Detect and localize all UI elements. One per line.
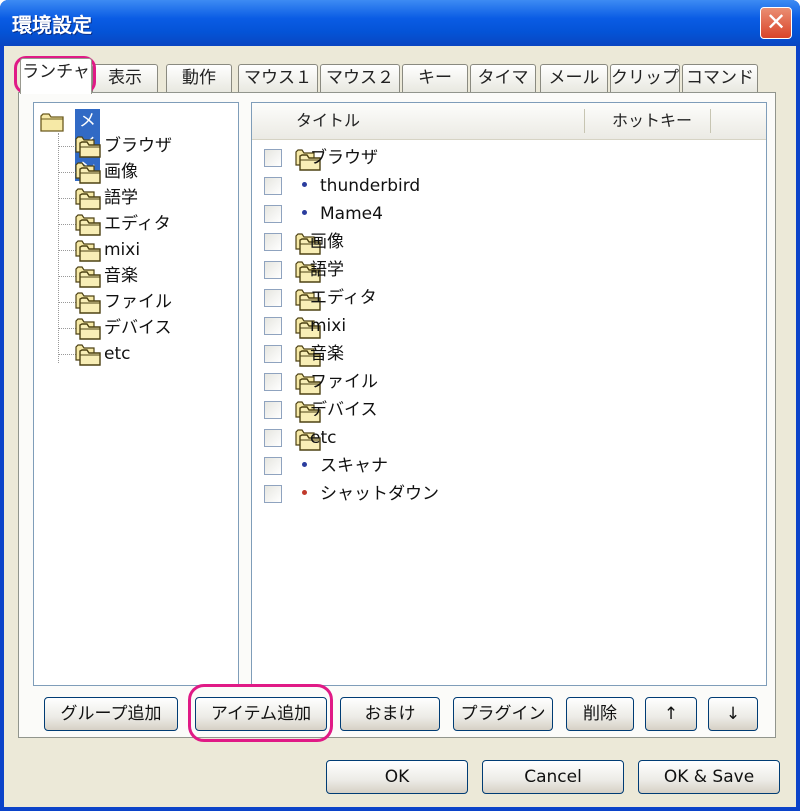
tree-item-label: ブラウザ — [104, 136, 172, 156]
tree-item-label: エディタ — [104, 214, 171, 234]
tab-clip[interactable]: クリップ — [610, 64, 680, 92]
folder-group-icon — [74, 187, 102, 211]
item-bullet-icon — [302, 182, 307, 187]
move-up-button[interactable]: ↑ — [645, 697, 697, 731]
tab-launcher[interactable]: ランチャ — [20, 58, 92, 94]
tree-item-label: 音楽 — [104, 266, 138, 286]
arrow-up-icon: ↑ — [663, 704, 679, 724]
tree-item-label: デバイス — [104, 318, 172, 338]
tree-item-label: ファイル — [104, 292, 172, 312]
tree-item-label: 画像 — [104, 162, 138, 182]
tab-mouse-2[interactable]: マウス２ — [320, 64, 400, 92]
folder-group-icon — [74, 343, 102, 367]
folder-group-icon — [74, 239, 102, 263]
tab-command[interactable]: コマンド — [682, 64, 758, 92]
list-row-label: デバイス — [310, 400, 378, 420]
folder-group-icon — [74, 291, 102, 315]
row-checkbox[interactable] — [264, 289, 282, 307]
tab-key[interactable]: キー — [402, 64, 468, 92]
list-row-label: ファイル — [310, 372, 378, 392]
extras-button[interactable]: おまけ — [340, 697, 440, 731]
move-down-button[interactable]: ↓ — [708, 697, 758, 731]
list-row-label: 音楽 — [310, 344, 344, 364]
title-bar[interactable]: 環境設定 ✕ — [0, 0, 800, 46]
ok-save-button[interactable]: OK & Save — [638, 760, 780, 794]
item-bullet-icon — [302, 462, 307, 467]
row-checkbox[interactable] — [264, 485, 282, 503]
row-checkbox[interactable] — [264, 401, 282, 419]
column-header-title[interactable]: タイトル — [296, 103, 360, 139]
item-bullet-icon — [302, 490, 307, 495]
row-checkbox[interactable] — [264, 205, 282, 223]
tab-mouse-1[interactable]: マウス１ — [238, 64, 318, 92]
folder-group-icon — [74, 135, 102, 159]
row-checkbox[interactable] — [264, 261, 282, 279]
list-row-label: エディタ — [310, 288, 377, 308]
row-checkbox[interactable] — [264, 457, 282, 475]
folder-group-icon — [74, 265, 102, 289]
row-checkbox[interactable] — [264, 317, 282, 335]
list-row-label: ブラウザ — [310, 148, 378, 168]
tab-behavior[interactable]: 動作 — [166, 64, 232, 92]
tab-timer[interactable]: タイマ — [470, 64, 536, 92]
row-checkbox[interactable] — [264, 345, 282, 363]
column-header-hotkey[interactable]: ホットキー — [612, 103, 692, 139]
tab-mail[interactable]: メール — [540, 64, 608, 92]
list-row-label: mixi — [310, 316, 347, 336]
list-row-label: etc — [310, 428, 337, 448]
window-title: 環境設定 — [12, 13, 92, 37]
tree-item-label: etc — [104, 344, 131, 364]
row-checkbox[interactable] — [264, 233, 282, 251]
column-divider[interactable] — [710, 109, 711, 133]
add-group-button[interactable]: グループ追加 — [44, 697, 178, 731]
item-bullet-icon — [302, 210, 307, 215]
cancel-button[interactable]: Cancel — [482, 760, 624, 794]
delete-button[interactable]: 削除 — [566, 697, 634, 731]
plugin-button[interactable]: プラグイン — [453, 697, 553, 731]
group-tree[interactable]: メイン ブラウザ 画像 語学 エディタ mixi 音楽 ファイル デバイス et… — [33, 102, 239, 686]
list-header: タイトル ホットキー — [252, 103, 766, 140]
folder-group-icon — [74, 161, 102, 185]
list-row-label: thunderbird — [320, 176, 421, 196]
row-checkbox[interactable] — [264, 373, 282, 391]
tab-display[interactable]: 表示 — [92, 64, 158, 92]
ok-button[interactable]: OK — [326, 760, 468, 794]
list-row-label: スキャナ — [320, 456, 388, 476]
row-checkbox[interactable] — [264, 429, 282, 447]
close-icon: ✕ — [765, 8, 787, 36]
row-checkbox[interactable] — [264, 177, 282, 195]
item-list[interactable]: タイトル ホットキー ブラウザ thunderbird Mame4 画像語学エディタ m… — [251, 102, 767, 686]
folder-group-icon — [74, 317, 102, 341]
tree-item-label: 語学 — [104, 188, 138, 208]
close-button[interactable]: ✕ — [760, 7, 792, 39]
list-row-label: 語学 — [310, 260, 344, 280]
arrow-down-icon: ↓ — [725, 704, 741, 724]
folder-icon — [40, 111, 66, 133]
list-row-label: 画像 — [310, 232, 344, 252]
add-item-highlight-circle — [188, 684, 333, 742]
row-checkbox[interactable] — [264, 149, 282, 167]
folder-group-icon — [74, 213, 102, 237]
column-divider[interactable] — [584, 109, 585, 133]
tree-item-label: mixi — [104, 240, 141, 260]
list-row-label: Mame4 — [320, 204, 383, 224]
list-row-label: シャットダウン — [320, 484, 439, 504]
